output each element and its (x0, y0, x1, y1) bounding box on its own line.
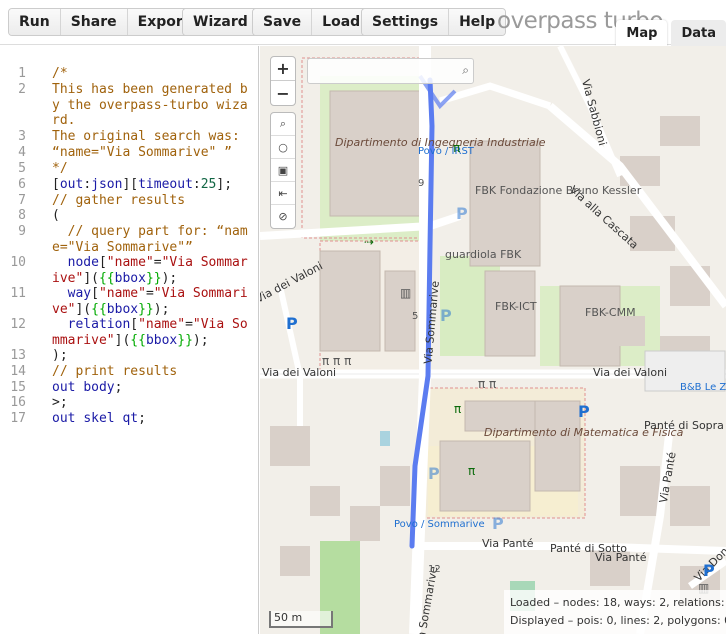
label-guardiola: guardiola FBK (445, 248, 522, 261)
search-location-icon[interactable]: ⌕ (271, 113, 295, 136)
label-povo-irst: Povo / IRST (418, 146, 474, 157)
label-bb: B&B Le Ziette (680, 382, 726, 393)
library-icon: ▥ (400, 286, 412, 300)
label-fbk: FBK Fondazione Bruno Kessler (475, 184, 642, 197)
save-load-group: Save Load (252, 8, 372, 36)
code-line: “name="Via Sommarive" ” (52, 145, 233, 160)
scale-bar: 50 m (269, 611, 333, 628)
code-line: // gather results (52, 193, 186, 208)
locate-icon[interactable]: ○ (271, 136, 295, 159)
parking-icon: P (456, 204, 468, 223)
line-number: 2 (18, 82, 26, 97)
code-line: [out:json][timeout:25]; (52, 177, 233, 192)
label-number-12: 12 (428, 564, 441, 575)
code-line: way["name"="Via Sommarive"]({{bbox}}); (52, 286, 248, 317)
exit-icon: ⇢ (364, 235, 375, 249)
parking-icon: P (286, 314, 298, 333)
tab-data[interactable]: Data (671, 20, 726, 46)
toolbar: Run Share Export Wizard Save Load Settin… (0, 0, 726, 46)
code-line: out skel qt; (52, 411, 146, 426)
stats-loaded: Loaded – nodes: 18, ways: 2, relations: … (510, 596, 726, 609)
line-number: 9 (18, 224, 26, 239)
line-number: 1 (18, 66, 26, 81)
parking-icon: P (578, 402, 590, 421)
tab-map[interactable]: Map (616, 20, 668, 46)
code-line: out body; (52, 380, 123, 395)
stats-displayed: Displayed – pois: 0, lines: 2, polygons:… (510, 614, 726, 627)
settings-help-group: Settings Help (361, 8, 507, 36)
label-number-5: 5 (412, 311, 419, 322)
no-icon[interactable]: ⊘ (271, 205, 295, 228)
save-button[interactable]: Save (253, 9, 313, 35)
zoom-out-button[interactable]: − (271, 81, 295, 105)
run-button[interactable]: Run (9, 9, 61, 35)
share-button[interactable]: Share (60, 9, 128, 35)
line-number: 3 (18, 129, 26, 144)
run-share-export-group: Run Share Export (8, 8, 201, 36)
code-line: node["name"="Via Sommarive"]({{bbox}}); (52, 255, 248, 286)
code-line: */ (52, 161, 68, 176)
code-line: The original search was: (52, 129, 240, 144)
label-dipartimento-ingegneria: Dipartimento di Ingegneria Industriale (335, 136, 546, 149)
parking-icon: P (703, 561, 715, 580)
label-dipartimento-matematica: Dipartimento di Matematica e Fisica (484, 426, 684, 439)
picnic-icon: π (453, 141, 461, 155)
search-icon: ⌕ (462, 63, 469, 77)
label-ponte-sopra: Panté di Sopra (644, 419, 724, 432)
picnic-icon: π π π (322, 354, 352, 368)
query-editor[interactable]: 1 /* 2 This has been generated by the over… (0, 46, 259, 634)
code-line: >; (52, 395, 68, 410)
label-fbk-ict: FBK-ICT (495, 300, 537, 313)
line-number: 13 (10, 348, 26, 363)
line-number: 5 (18, 161, 26, 176)
line-number: 6 (18, 177, 26, 192)
code-line: ); (52, 348, 68, 363)
label-fbk-cmm: FBK-CMM (585, 306, 636, 319)
code-line: This has been generated by the overpass-… (52, 82, 248, 129)
parking-icon: P (492, 514, 504, 533)
line-number: 4 (18, 145, 26, 160)
label-via-pante-lower: Via Panté (595, 551, 647, 564)
picnic-icon: π (468, 464, 476, 478)
wizard-button[interactable]: Wizard (183, 9, 258, 35)
zoom-control: + − (270, 56, 296, 106)
data-stats: Loaded – nodes: 18, ways: 2, relations: … (504, 590, 726, 634)
line-number: 8 (18, 208, 26, 223)
picnic-icon: π (454, 402, 462, 416)
line-number: 15 (10, 380, 26, 395)
zoom-in-button[interactable]: + (271, 57, 295, 81)
line-number: 10 (10, 255, 26, 270)
line-number: 14 (10, 364, 26, 379)
map-search-input[interactable]: ⌕ (307, 58, 474, 84)
line-number: 12 (10, 317, 26, 332)
parking-icon: P (428, 464, 440, 483)
settings-button[interactable]: Settings (362, 9, 450, 35)
parking-icon: P (440, 306, 452, 325)
picnic-icon: π π (478, 377, 497, 391)
label-via-pante: Via Panté (482, 537, 534, 550)
map-view[interactable]: Dipartimento di Ingegneria Industriale P… (260, 46, 726, 634)
view-tabs: Map Data (616, 20, 726, 46)
line-number: 11 (10, 286, 26, 301)
label-povo-sommarive: Povo / Sommarive (394, 519, 485, 530)
code-line: // print results (52, 364, 178, 379)
code-line: relation["name"="Via Sommarive"]({{bbox}… (52, 317, 248, 348)
line-number: 16 (10, 395, 26, 410)
line-number: 17 (10, 411, 26, 426)
map-tool-control: ⌕ ○ ▣ ⇤ ⊘ (270, 112, 296, 229)
fit-data-icon[interactable]: ⇤ (271, 182, 295, 205)
wizard-group: Wizard (182, 8, 259, 36)
code-line: /* (52, 66, 68, 81)
image-icon[interactable]: ▣ (271, 159, 295, 182)
label-via-valoni-right: Via dei Valoni (593, 366, 668, 379)
label-number-9: 9 (418, 178, 425, 189)
code-line: ( (52, 208, 60, 223)
code-line: // query part for: “name="Via Sommarive"… (52, 224, 248, 255)
line-number: 7 (18, 193, 26, 208)
